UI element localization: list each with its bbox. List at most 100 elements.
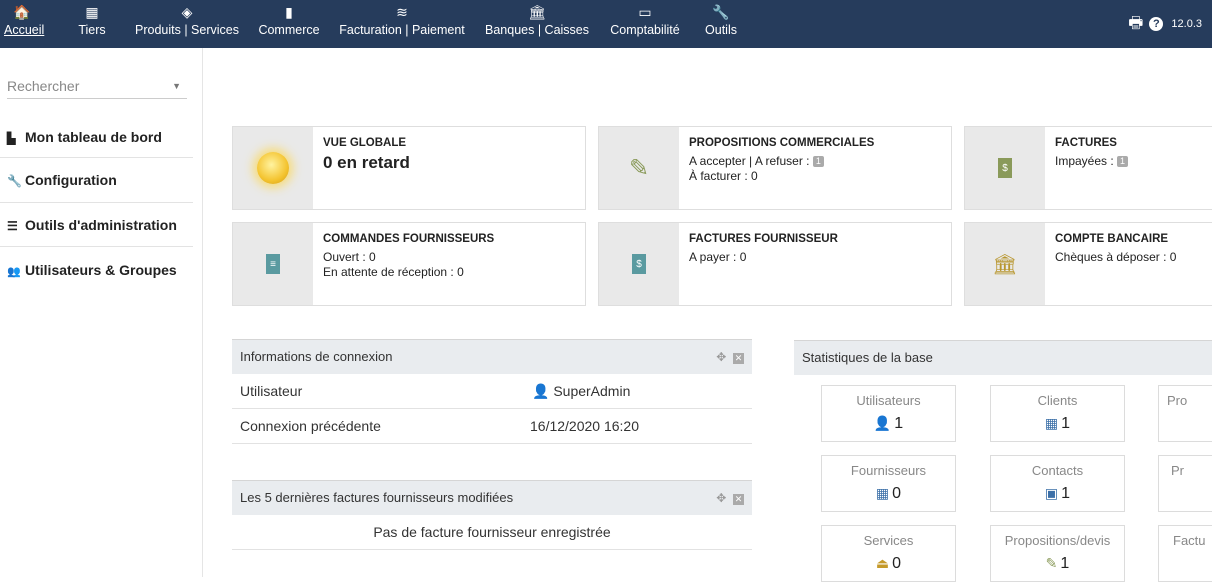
print-icon[interactable]: 🖶 bbox=[1128, 10, 1143, 38]
money-bill-icon: ▭ bbox=[638, 4, 652, 20]
wrench-icon: 🔧 bbox=[712, 4, 730, 20]
count-badge[interactable]: 1 bbox=[812, 156, 824, 167]
left-sidebar: Rechercher ▼ ▙ Mon tableau de bord 🔧 Confi… bbox=[0, 48, 203, 577]
sidebar-item-tableau-de-bord[interactable]: ▙ Mon tableau de bord bbox=[7, 126, 193, 150]
sidebar-item-configuration[interactable]: 🔧 Configuration bbox=[7, 169, 193, 192]
panel-header-connexion: Informations de connexion ✥ ✕ bbox=[232, 339, 752, 374]
box-line: A payer : 0 bbox=[689, 250, 747, 264]
close-box-icon[interactable]: ✕ bbox=[733, 353, 744, 364]
building-icon: ▦ bbox=[875, 485, 890, 501]
count-badge[interactable]: 1 bbox=[1117, 156, 1129, 167]
box-icon-area: ✎ bbox=[599, 127, 679, 209]
top-right-tools: 🖶 ? 12.0.3 bbox=[1128, 10, 1202, 38]
row-label: Utilisateur bbox=[240, 383, 303, 399]
menu-item-comptabilite[interactable]: ▭ Comptabilité bbox=[608, 0, 682, 48]
box-text: FACTURES Impayées : 1 bbox=[1055, 136, 1212, 169]
help-icon[interactable]: ? bbox=[1149, 17, 1164, 31]
move-icon[interactable]: ✥ bbox=[716, 350, 726, 364]
empty-message: Pas de facture fournisseur enregistrée bbox=[373, 524, 611, 540]
server-icon: ☰ bbox=[7, 219, 18, 233]
menu-item-banques-caisses[interactable]: 🏛 Banques | Caisses bbox=[481, 0, 593, 48]
box-text: FACTURES FOURNISSEUR A payer : 0 bbox=[689, 232, 945, 265]
user-name: SuperAdmin bbox=[553, 383, 631, 399]
box-icon-area: 🏛 bbox=[965, 223, 1045, 305]
box-icon-area: $ bbox=[599, 223, 679, 305]
search-select[interactable]: Rechercher ▼ bbox=[7, 74, 187, 99]
sun-icon bbox=[257, 152, 289, 184]
box-title: FACTURES FOURNISSEUR bbox=[689, 233, 838, 245]
stat-value: ▣ 1 bbox=[991, 483, 1124, 504]
menu-item-accueil[interactable]: 🏠 Accueil bbox=[4, 0, 44, 48]
building-icon: ▦ bbox=[85, 4, 99, 20]
invoice-icon: $ bbox=[998, 158, 1012, 178]
stat-value: ▦ 1 bbox=[991, 413, 1124, 434]
menu-item-produits-services[interactable]: ◈ Produits | Services bbox=[131, 0, 243, 48]
stat-label: Factu bbox=[1173, 533, 1206, 548]
menu-item-tiers[interactable]: ▦ Tiers bbox=[74, 0, 110, 48]
stat-label: Services bbox=[863, 533, 914, 548]
search-placeholder: Rechercher bbox=[7, 78, 80, 94]
coins-icon: ≋ bbox=[396, 4, 408, 20]
box-line: Ouvert : 0 bbox=[323, 250, 376, 264]
row-label: Connexion précédente bbox=[240, 418, 381, 434]
box-icon-area: ≡ bbox=[233, 223, 313, 305]
stat-card-pr[interactable]: Pr bbox=[1158, 455, 1212, 512]
stat-card-services[interactable]: Services ⏏ 0 bbox=[821, 525, 956, 582]
box-compte-bancaire[interactable]: 🏛 COMPTE BANCAIRE Chèques à déposer : 0 bbox=[964, 222, 1212, 306]
box-factures[interactable]: $ FACTURES Impayées : 1 bbox=[964, 126, 1212, 210]
home-icon: 🏠 bbox=[13, 4, 31, 20]
stat-card-clients[interactable]: Clients ▦ 1 bbox=[990, 385, 1125, 442]
box-icon-area bbox=[233, 127, 313, 209]
stat-card-fournisseurs[interactable]: Fournisseurs ▦ 0 bbox=[821, 455, 956, 512]
box-line-label: A accepter | A refuser : bbox=[689, 154, 813, 168]
stat-card-utilisateurs[interactable]: Utilisateurs 👤 1 bbox=[821, 385, 956, 442]
box-line: Chèques à déposer : 0 bbox=[1055, 250, 1177, 264]
close-box-icon[interactable]: ✕ bbox=[733, 494, 744, 505]
wrench-icon: 🔧 bbox=[7, 174, 22, 188]
box-commandes-fournisseurs[interactable]: ≡ COMMANDES FOURNISSEURS Ouvert : 0 En a… bbox=[232, 222, 586, 306]
box-title: PROPOSITIONS COMMERCIALES bbox=[689, 137, 875, 149]
sidebar-item-utilisateurs-groupes[interactable]: 👥 Utilisateurs & Groupes bbox=[7, 259, 193, 283]
user-icon: 👤 bbox=[873, 415, 892, 431]
box-propositions-commerciales[interactable]: ✎ PROPOSITIONS COMMERCIALES A accepter |… bbox=[598, 126, 952, 210]
bank-icon: 🏛 bbox=[992, 253, 1018, 276]
stat-card-contacts[interactable]: Contacts ▣ 1 bbox=[990, 455, 1125, 512]
supplier-invoice-icon: $ bbox=[632, 254, 646, 274]
box-text: PROPOSITIONS COMMERCIALES A accepter | A… bbox=[689, 136, 945, 184]
menu-item-facturation-paiement[interactable]: ≋ Facturation | Paiement bbox=[335, 0, 469, 48]
building-icon: ▦ bbox=[1044, 415, 1059, 431]
panel-controls: ✥ ✕ bbox=[716, 340, 744, 374]
supplier-order-icon: ≡ bbox=[266, 254, 280, 274]
menu-item-outils[interactable]: 🔧 Outils bbox=[703, 0, 739, 48]
sidebar-divider bbox=[0, 246, 193, 247]
stat-card-propositions[interactable]: Propositions/devis ✎ 1 bbox=[990, 525, 1125, 582]
stat-card-factures[interactable]: Factu bbox=[1158, 525, 1212, 582]
box-vue-globale[interactable]: VUE GLOBALE 0 en retard bbox=[232, 126, 586, 210]
contact-card-icon: ▣ bbox=[1044, 485, 1059, 501]
proposal-icon: ✎ bbox=[628, 154, 650, 182]
panel-header-dernieres-factures: Les 5 dernières factures fournisseurs mo… bbox=[232, 480, 752, 515]
box-factures-fournisseur[interactable]: $ FACTURES FOURNISSEUR A payer : 0 bbox=[598, 222, 952, 306]
panel-header-statistiques: Statistiques de la base bbox=[794, 340, 1212, 375]
box-line-label: Impayées : bbox=[1055, 154, 1118, 168]
move-icon[interactable]: ✥ bbox=[716, 491, 726, 505]
sidebar-item-outils-administration[interactable]: ☰ Outils d'administration bbox=[7, 214, 193, 237]
stat-label: Pro bbox=[1167, 393, 1188, 408]
stat-label: Utilisateurs bbox=[856, 393, 921, 408]
stat-count: 0 bbox=[892, 555, 902, 572]
sidebar-divider bbox=[0, 157, 193, 158]
stat-value: ⏏ 0 bbox=[822, 553, 955, 574]
user-link[interactable]: 👤 SuperAdmin bbox=[532, 374, 630, 408]
sidebar-divider bbox=[0, 202, 193, 203]
box-line: En attente de réception : 0 bbox=[323, 265, 464, 279]
row-value: 16/12/2020 16:20 bbox=[530, 418, 639, 434]
menu-item-commerce[interactable]: ▮ Commerce bbox=[256, 0, 322, 48]
box-text: VUE GLOBALE 0 en retard bbox=[323, 136, 579, 171]
stat-card-produits[interactable]: Pro bbox=[1158, 385, 1212, 442]
box-title: COMMANDES FOURNISSEURS bbox=[323, 233, 495, 245]
stat-count: 1 bbox=[894, 415, 904, 432]
box-icon-area: $ bbox=[965, 127, 1045, 209]
stat-label: Contacts bbox=[1031, 463, 1084, 478]
cube-icon: ◈ bbox=[181, 4, 193, 20]
stat-label: Propositions/devis bbox=[1004, 533, 1111, 548]
